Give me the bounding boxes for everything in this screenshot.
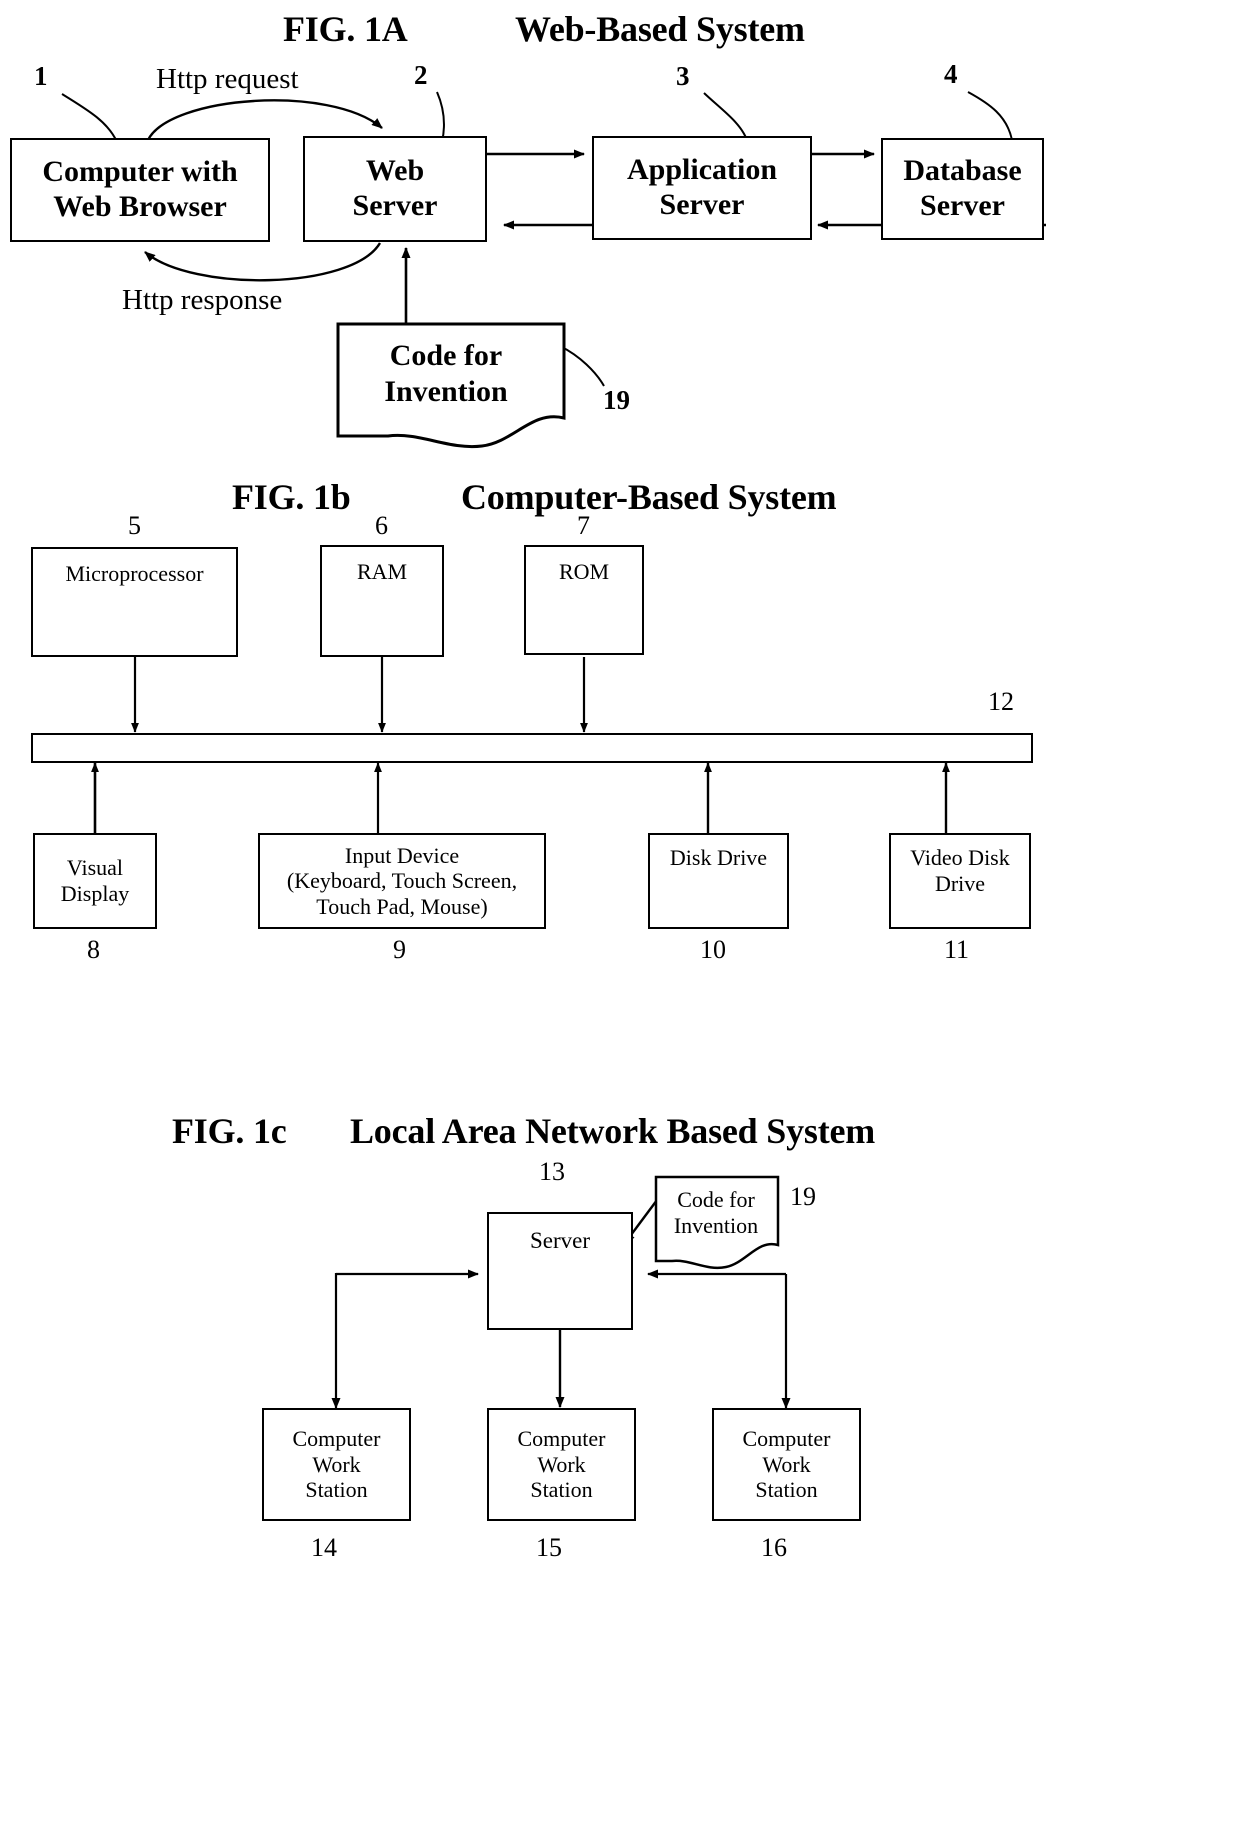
box-label: RAM [356, 559, 408, 584]
box-label: Microprocessor [65, 561, 204, 586]
box-rom[interactable]: ROM [524, 545, 644, 655]
box-disk-drive[interactable]: Disk Drive [648, 833, 789, 929]
ref-16: 16 [761, 1533, 787, 1562]
ref-19-fig1c: 19 [790, 1182, 816, 1211]
box-visual-display[interactable]: Visual Display [33, 833, 157, 929]
box-label: Computer with Web Browser [42, 155, 238, 223]
fig1b-title: Computer-Based System [461, 477, 837, 517]
ref-11: 11 [944, 935, 970, 964]
ref-4: 4 [944, 59, 958, 89]
connector-lines [61, 91, 1046, 1409]
box-label: Input Device (Keyboard, Touch Screen, To… [286, 842, 518, 919]
ref-3: 3 [676, 61, 690, 91]
box-computer-work-station-3[interactable]: Computer Work Station [712, 1408, 861, 1521]
ref-6: 6 [375, 511, 388, 540]
box-label: ROM [558, 559, 610, 584]
box-microprocessor[interactable]: Microprocessor [31, 547, 238, 657]
box-input-device[interactable]: Input Device (Keyboard, Touch Screen, To… [258, 833, 546, 929]
box-computer-work-station-1[interactable]: Computer Work Station [262, 1408, 411, 1521]
http-response-label: Http response [122, 284, 283, 316]
fig1a-label: FIG. 1A [283, 9, 408, 49]
ref-8: 8 [87, 935, 100, 964]
box-label: Computer Work Station [517, 1426, 606, 1503]
box-computer-work-station-2[interactable]: Computer Work Station [487, 1408, 636, 1521]
box-label: Computer Work Station [292, 1426, 381, 1503]
ref-10: 10 [700, 935, 726, 964]
box-application-server[interactable]: Application Server [592, 136, 812, 240]
ref-15: 15 [536, 1533, 562, 1562]
fig1c-title: Local Area Network Based System [350, 1111, 876, 1151]
box-server[interactable]: Server [487, 1212, 633, 1330]
box-ram[interactable]: RAM [320, 545, 444, 657]
box-label: Web Server [352, 154, 438, 222]
box-label: Video Disk Drive [910, 845, 1010, 896]
ref-5: 5 [128, 511, 141, 540]
ref-13: 13 [539, 1157, 565, 1186]
box-web-server[interactable]: Web Server [303, 136, 487, 242]
doc-label-code-for-invention: Code for Invention [384, 339, 508, 408]
fig1c-label: FIG. 1c [172, 1111, 287, 1151]
patent-figure-sheet: FIG. 1A Web-Based System 1 2 3 4 Http re… [0, 0, 1240, 1839]
ref-19-fig1a: 19 [603, 385, 630, 415]
ref-1: 1 [34, 61, 48, 91]
box-label: Server [529, 1228, 591, 1253]
box-computer-with-web-browser[interactable]: Computer with Web Browser [10, 138, 270, 242]
system-bus[interactable] [31, 733, 1033, 763]
box-label: Database Server [903, 154, 1022, 222]
fig1a-title: Web-Based System [515, 9, 805, 49]
http-request-label: Http request [156, 63, 299, 95]
fig1b-label: FIG. 1b [232, 477, 351, 517]
box-label: Visual Display [60, 855, 130, 906]
box-label: Computer Work Station [742, 1426, 831, 1503]
ref-2: 2 [414, 60, 428, 90]
box-label: Application Server [626, 153, 778, 221]
ref-14: 14 [311, 1533, 337, 1562]
ref-12: 12 [988, 687, 1014, 716]
box-database-server[interactable]: Database Server [881, 138, 1044, 240]
ref-9: 9 [393, 935, 406, 964]
ref-7: 7 [577, 511, 590, 540]
doc-label-code-for-invention-lan: Code for Invention [673, 1187, 759, 1239]
box-video-disk-drive[interactable]: Video Disk Drive [889, 833, 1031, 929]
box-label: Disk Drive [669, 845, 768, 870]
